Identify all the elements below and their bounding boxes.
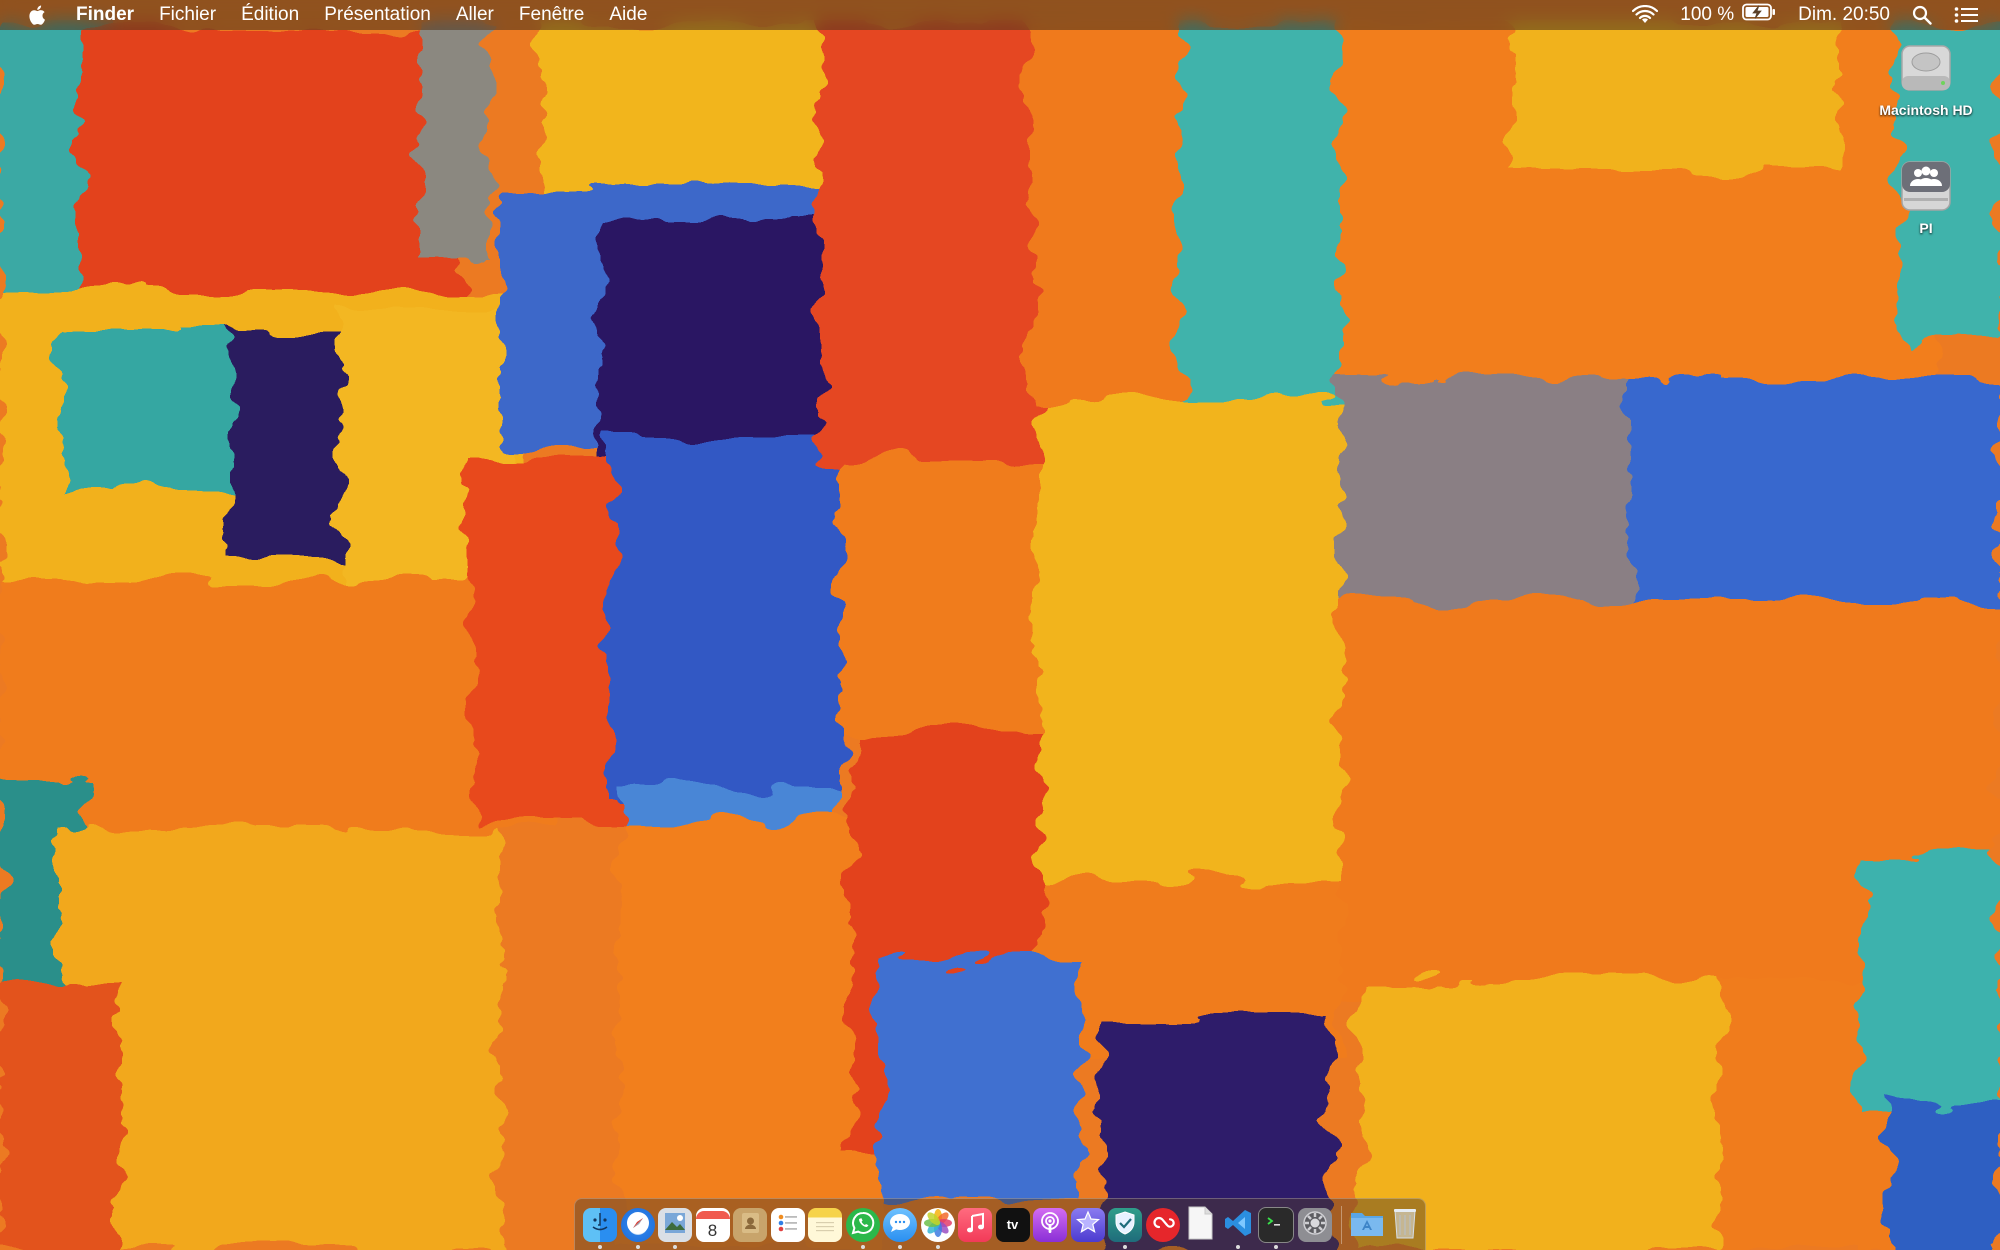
running-indicator (898, 1244, 902, 1249)
contacts-icon (737, 1210, 763, 1239)
dock-safari[interactable] (620, 1207, 655, 1249)
calendar-icon: 8 (695, 1210, 730, 1240)
music-icon (962, 1210, 988, 1239)
dock-podcasts[interactable] (1033, 1207, 1067, 1242)
dock-creative-cloud[interactable] (1145, 1207, 1180, 1242)
desktop-icon-label: Macintosh HD (1879, 102, 1973, 118)
battery-charging-icon (1742, 3, 1776, 27)
desktop-icon-pi[interactable]: PI (1866, 156, 1986, 236)
menu-presentation[interactable]: Présentation (324, 4, 431, 26)
battery-status[interactable]: 100 % (1680, 3, 1776, 27)
battery-percent: 100 % (1680, 4, 1735, 25)
dock-calendar[interactable]: 8 (695, 1207, 730, 1242)
imovie-icon (1075, 1210, 1101, 1239)
dock-applications-folder[interactable] (1350, 1208, 1384, 1242)
clock[interactable]: Dim. 20:50 (1798, 4, 1890, 26)
desktop-icon-macintosh-hd[interactable]: Macintosh HD (1866, 38, 1986, 118)
dock-preview[interactable] (658, 1207, 692, 1249)
dock-whatsapp[interactable] (845, 1207, 880, 1249)
running-indicator (673, 1244, 677, 1249)
dock-apple-tv[interactable]: tv (995, 1207, 1030, 1242)
wifi-icon[interactable] (1632, 5, 1659, 25)
menu-aller[interactable]: Aller (456, 4, 494, 26)
creative-cloud-icon (1150, 1210, 1176, 1239)
menu-fenetre[interactable]: Fenêtre (519, 4, 584, 26)
menu-app-finder[interactable]: Finder (76, 4, 134, 26)
dock-imovie[interactable] (1070, 1207, 1105, 1242)
whatsapp-icon (850, 1210, 876, 1239)
dock-photos[interactable] (920, 1207, 955, 1249)
dock-terminal[interactable] (1258, 1206, 1294, 1249)
system-preferences-icon (1301, 1209, 1329, 1240)
running-indicator (1235, 1244, 1240, 1249)
calendar-date: 8 (707, 1220, 718, 1240)
dock-vscode[interactable] (1221, 1208, 1255, 1249)
finder-icon (587, 1210, 613, 1239)
preview-icon (662, 1210, 688, 1239)
menu-bar: Finder Fichier Édition Présentation Alle… (0, 0, 2000, 30)
dock-contacts[interactable] (733, 1207, 767, 1242)
running-indicator (1123, 1244, 1127, 1249)
hard-drive-icon (1896, 38, 1956, 98)
dock-separator (1341, 1205, 1342, 1244)
podcasts-icon (1037, 1210, 1063, 1239)
desktop-wallpaper (0, 0, 2000, 1250)
apple-menu-icon[interactable] (28, 4, 48, 26)
running-indicator (935, 1244, 940, 1249)
menu-aide[interactable]: Aide (609, 4, 647, 26)
dock-messages[interactable] (883, 1207, 917, 1249)
dock-reminders[interactable] (770, 1207, 805, 1242)
dock-music[interactable] (958, 1207, 992, 1242)
photos-icon (923, 1209, 952, 1240)
dock: 8 tv (574, 1198, 1426, 1250)
running-indicator (1274, 1244, 1278, 1249)
menu-edition[interactable]: Édition (241, 4, 299, 26)
dock-finder[interactable] (583, 1207, 617, 1249)
dock-notes[interactable] (808, 1207, 842, 1242)
trash-icon (1393, 1207, 1417, 1242)
vpn-shield-icon (1112, 1210, 1138, 1239)
reminders-icon (775, 1210, 801, 1239)
running-indicator (635, 1244, 640, 1249)
notes-icon (812, 1210, 838, 1239)
messages-icon (887, 1210, 913, 1239)
notification-center-icon[interactable] (1954, 6, 1978, 24)
running-indicator (860, 1244, 865, 1249)
apple-tv-icon: tv (1006, 1217, 1019, 1232)
dock-system-preferences[interactable] (1297, 1207, 1332, 1242)
safari-icon (625, 1210, 651, 1239)
spotlight-search-icon[interactable] (1912, 5, 1932, 25)
terminal-icon (1263, 1210, 1289, 1239)
text-file-icon (1186, 1206, 1214, 1243)
vscode-icon (1223, 1208, 1253, 1241)
desktop-icon-label: PI (1919, 220, 1933, 236)
dock-text-file[interactable] (1183, 1206, 1217, 1243)
menu-fichier[interactable]: Fichier (159, 4, 216, 26)
applications-folder-icon (1350, 1209, 1384, 1240)
dock-trash[interactable] (1388, 1208, 1422, 1242)
dock-vpn-shield[interactable] (1108, 1207, 1142, 1249)
running-indicator (598, 1244, 602, 1249)
network-share-icon (1896, 156, 1956, 216)
